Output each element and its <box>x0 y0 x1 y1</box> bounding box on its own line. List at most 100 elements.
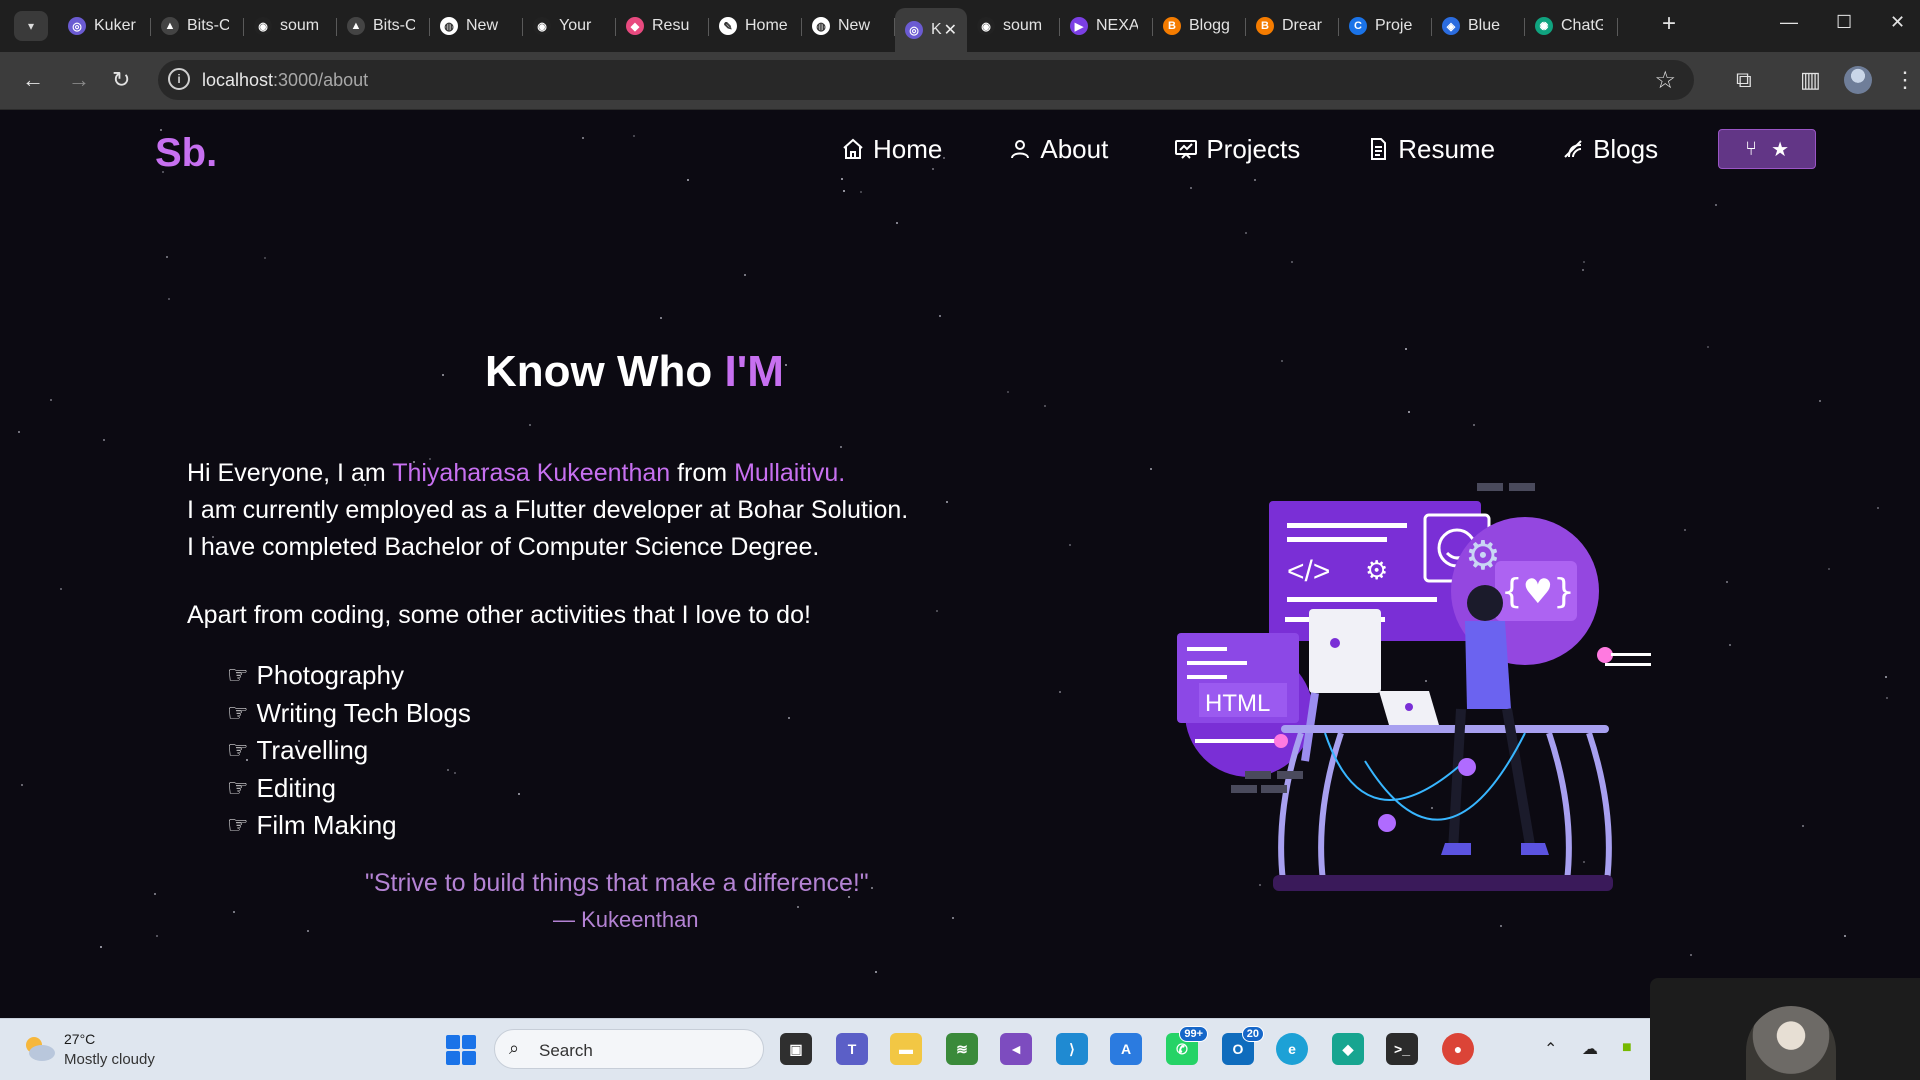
nav-about[interactable]: About <box>1008 134 1108 165</box>
background-star <box>529 424 531 426</box>
background-star <box>785 364 787 366</box>
site-logo[interactable]: Sb. <box>155 131 217 176</box>
background-star <box>1245 232 1247 234</box>
tab-active[interactable]: ◎ K ✕ <box>895 8 967 52</box>
task-view-icon[interactable]: ▣ <box>780 1033 812 1065</box>
partly-cloudy-icon[interactable] <box>20 1033 56 1063</box>
new-tab-button[interactable]: + <box>1662 12 1676 36</box>
background-star <box>1059 691 1061 693</box>
background-star <box>1886 697 1888 699</box>
whatsapp-icon[interactable]: ✆ 99+ <box>1166 1026 1208 1065</box>
tab[interactable]: ▲ Bits-C <box>151 8 244 44</box>
tab-title: Blogg <box>1189 17 1230 34</box>
nav-blogs-label: Blogs <box>1593 133 1659 164</box>
tab-title: Bits-C <box>373 17 415 34</box>
bookmark-star-icon[interactable]: ☆ <box>1654 66 1676 95</box>
user-icon <box>1011 140 1030 159</box>
tab[interactable]: ◆ Resu <box>616 8 709 44</box>
background-star <box>633 135 635 137</box>
background-star <box>50 399 52 401</box>
chatgpt-icon: ✺ <box>1535 17 1553 35</box>
background-star <box>1726 581 1728 583</box>
forward-icon[interactable]: → <box>68 66 90 94</box>
circle-logo-icon: ◎ <box>905 21 923 39</box>
nvidia-icon[interactable]: ■ <box>1622 1039 1632 1057</box>
visual-studio-icon[interactable]: ◄ <box>1000 1033 1032 1065</box>
tab-title: New <box>466 17 499 34</box>
terminal-icon[interactable]: >_ <box>1386 1033 1418 1065</box>
menu-kebab-icon[interactable]: ⋮ <box>1894 66 1916 94</box>
background-star <box>264 257 266 259</box>
background-star <box>946 501 948 503</box>
close-tab-icon[interactable]: ✕ <box>944 20 957 40</box>
activity-label: Film Making <box>256 810 397 841</box>
background-star <box>952 917 954 919</box>
nav-blogs[interactable]: Blogs <box>1561 134 1658 165</box>
maximize-icon[interactable]: ☐ <box>1836 12 1852 33</box>
pointing-hand-icon: ☞ <box>227 699 249 727</box>
blog-icon <box>1564 140 1582 158</box>
back-icon[interactable]: ← <box>22 66 44 94</box>
minimize-icon[interactable]: — <box>1780 12 1798 33</box>
app-store-icon[interactable]: A <box>1110 1033 1142 1065</box>
tab[interactable]: B Blogg <box>1153 8 1246 44</box>
chrome-icon: ◍ <box>812 17 830 35</box>
tab[interactable]: C Proje <box>1339 8 1432 44</box>
tab[interactable]: B Drear <box>1246 8 1339 44</box>
outlook-badge: 20 <box>1241 1026 1264 1042</box>
tab-title: ChatG <box>1561 17 1603 34</box>
activities-list: ☞ Photography ☞ Writing Tech Blogs ☞ Travel… <box>227 657 471 845</box>
close-window-icon[interactable]: ✕ <box>1890 12 1905 33</box>
weather-desc[interactable]: Mostly cloudy <box>64 1051 155 1068</box>
extensions-icon[interactable]: ⧉ <box>1736 66 1752 94</box>
teams-icon[interactable]: T <box>836 1033 868 1065</box>
developer-illustration: </> ⚙ HTML {♥} ⚙ <box>1177 483 1651 891</box>
tab[interactable]: ✎ Home <box>709 8 802 44</box>
windows-start-button[interactable] <box>446 1035 476 1065</box>
tab[interactable]: ◈ Blue <box>1432 8 1525 44</box>
tab[interactable]: ◍ New <box>430 8 523 44</box>
edge-icon[interactable]: e <box>1276 1033 1308 1065</box>
intro-line-2: I am currently employed as a Flutter dev… <box>187 496 909 524</box>
nav-resume[interactable]: Resume <box>1366 134 1495 165</box>
tab[interactable]: ◉ soum <box>967 8 1060 44</box>
tab[interactable]: ◉ soum <box>244 8 337 44</box>
quote-author: — Kukeenthan <box>553 907 699 932</box>
file-explorer-icon[interactable]: ▬ <box>890 1033 922 1065</box>
nav-about-label: About <box>1040 133 1109 164</box>
tab[interactable]: ◍ New <box>802 8 895 44</box>
side-panel-icon[interactable]: ▥ <box>1800 66 1821 94</box>
tab[interactable]: ◉ Your <box>523 8 616 44</box>
layers-app-icon[interactable]: ≋ <box>946 1033 978 1065</box>
tab-list: ◎ Kuker ▲ Bits-C ◉ soum ▲ Bits-C ◍ New ◉ Your ◆ Resu ✎… <box>58 8 1618 52</box>
pointing-hand-icon: ☞ <box>227 737 249 765</box>
tab[interactable]: ◎ Kuker <box>58 8 151 44</box>
feather-icon: ✎ <box>719 17 737 35</box>
tab[interactable]: ▶ NEXA <box>1060 8 1153 44</box>
tray-chevron-icon[interactable]: ⌃ <box>1544 1039 1557 1059</box>
tab-title: Proje <box>1375 17 1413 34</box>
activity-label: Editing <box>256 772 337 803</box>
url-text[interactable]: localhost:3000/about <box>202 70 368 91</box>
nav-home[interactable]: Home <box>841 134 942 165</box>
github-fork-button[interactable]: ⑂ ★ <box>1718 129 1817 169</box>
tab-search-button[interactable]: ▾ <box>14 11 48 41</box>
background-star <box>1069 544 1071 546</box>
background-star <box>1281 360 1283 362</box>
weather-temp[interactable]: 27°C <box>64 1031 95 1047</box>
outlook-icon[interactable]: O 20 <box>1222 1026 1264 1065</box>
reload-icon[interactable]: ↻ <box>112 66 130 94</box>
nav-projects[interactable]: Projects <box>1174 134 1300 165</box>
address-bar[interactable]: i localhost:3000/about ☆ <box>158 60 1694 100</box>
onedrive-icon[interactable]: ☁ <box>1582 1039 1598 1059</box>
main-nav: Home About Projects Resume Blogs ⑂ ★ <box>841 129 1817 169</box>
profile-avatar[interactable] <box>1844 66 1872 94</box>
tab[interactable]: ▲ Bits-C <box>337 8 430 44</box>
taskbar-search[interactable]: ⌕ Search <box>494 1029 764 1069</box>
vscode-icon[interactable]: ⟩ <box>1056 1033 1088 1065</box>
teal-app-icon[interactable]: ◆ <box>1332 1033 1364 1065</box>
background-star <box>1473 424 1475 426</box>
site-info-icon[interactable]: i <box>168 68 190 90</box>
tab[interactable]: ✺ ChatG <box>1525 8 1618 44</box>
chrome-icon[interactable]: ● <box>1442 1033 1474 1065</box>
